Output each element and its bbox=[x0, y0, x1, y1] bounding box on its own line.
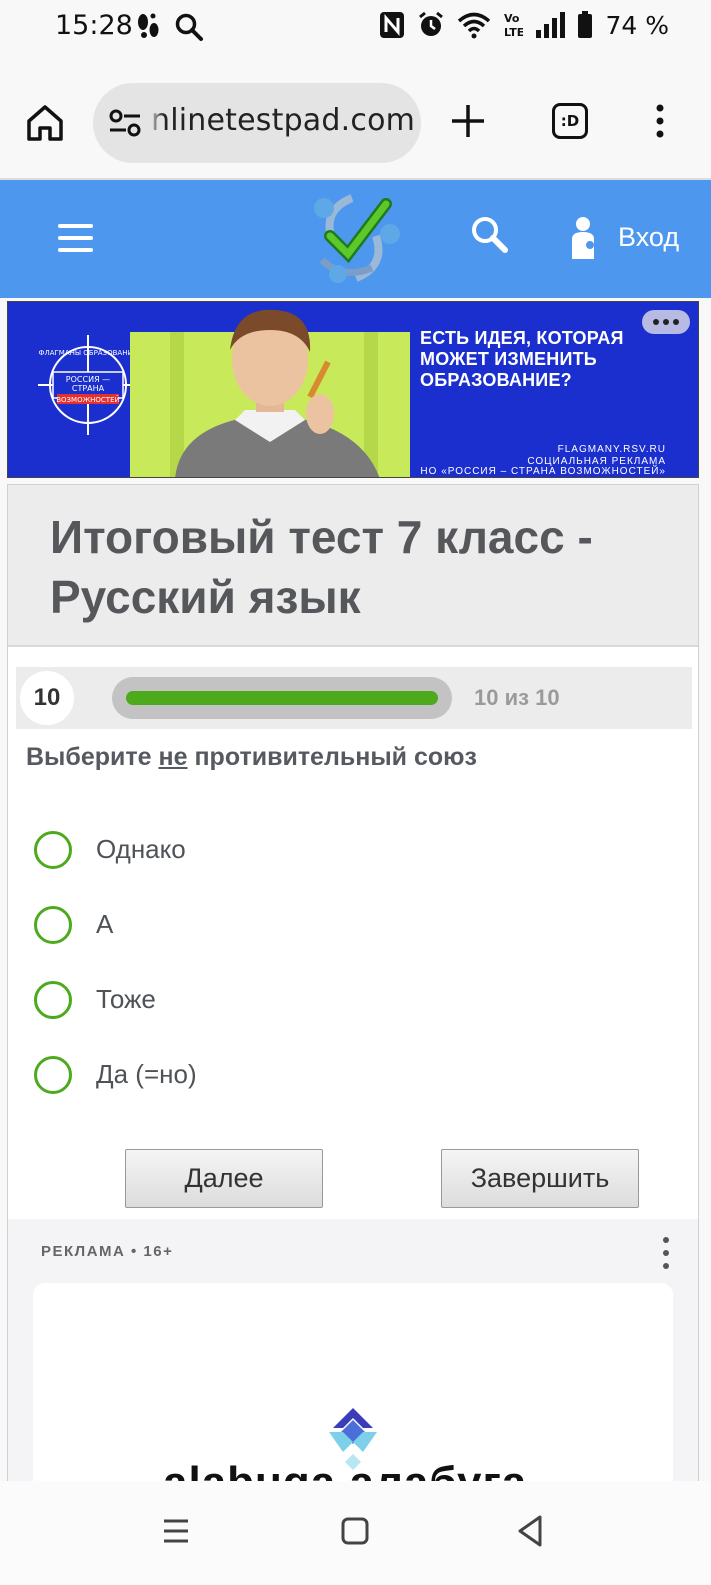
svg-text:Vo: Vo bbox=[504, 12, 520, 25]
question-underlined: не bbox=[158, 743, 188, 771]
radio-button[interactable] bbox=[34, 906, 72, 944]
footsteps-icon bbox=[138, 13, 159, 38]
wifi-icon bbox=[458, 12, 491, 39]
rsv-logo-line3: ВОЗМОЖНОСТЕЙ bbox=[56, 395, 120, 404]
rsv-logo-line2: СТРАНА bbox=[72, 384, 105, 393]
banner-headline: ЕСТЬ ИДЕЯ, КОТОРАЯ МОЖЕТ ИЗМЕНИТЬ ОБРАЗО… bbox=[420, 328, 624, 390]
address-bar[interactable]: nlinetestpad.com bbox=[93, 83, 421, 163]
login-link[interactable]: Вход bbox=[618, 222, 679, 253]
question-number-badge: 10 bbox=[20, 671, 74, 725]
recent-apps-icon[interactable] bbox=[158, 1513, 194, 1549]
question-part: противительный союз bbox=[187, 743, 477, 771]
tab-switcher-button[interactable]: :D bbox=[552, 103, 588, 139]
site-settings-icon[interactable] bbox=[108, 109, 142, 137]
volte-icon: VoLTE bbox=[504, 12, 523, 39]
radio-button[interactable] bbox=[34, 981, 72, 1019]
system-nav-bar bbox=[0, 1481, 711, 1585]
search-icon[interactable] bbox=[470, 215, 508, 253]
progress-bar bbox=[112, 677, 452, 719]
ad-label: РЕКЛАМА • 16+ bbox=[41, 1243, 174, 1260]
answer-label[interactable]: А bbox=[96, 909, 113, 940]
status-bar: 15:28 Vo LTE 74 % bbox=[0, 0, 711, 58]
alarm-icon bbox=[419, 11, 444, 36]
ad-options-button[interactable] bbox=[642, 310, 690, 334]
finish-button[interactable]: Завершить bbox=[441, 1149, 639, 1208]
new-tab-icon[interactable] bbox=[450, 103, 486, 139]
browser-toolbar: nlinetestpad.com :D bbox=[0, 58, 711, 180]
ad-menu-icon[interactable] bbox=[661, 1235, 671, 1271]
answer-label[interactable]: Тоже bbox=[96, 984, 156, 1015]
banner-site: FLAGMANY.RSV.RU bbox=[557, 444, 666, 455]
progress-row: 10 10 из 10 bbox=[16, 667, 692, 729]
radio-button[interactable] bbox=[34, 831, 72, 869]
title-area: Итоговый тест 7 класс - Русский язык bbox=[8, 485, 698, 647]
battery-percent: 74 % bbox=[605, 10, 669, 40]
hamburger-menu-icon[interactable] bbox=[58, 224, 93, 252]
answer-option[interactable]: Да (=но) bbox=[34, 1056, 674, 1104]
url-text: nlinetestpad.com bbox=[151, 103, 416, 138]
answer-label[interactable]: Однако bbox=[96, 834, 186, 865]
battery-icon bbox=[578, 11, 593, 38]
url-fade bbox=[147, 83, 165, 163]
search-icon bbox=[175, 13, 203, 41]
next-button[interactable]: Далее bbox=[125, 1149, 323, 1208]
ad-section: РЕКЛАМА • 16+ alabuga алабуга bbox=[8, 1219, 698, 1523]
site-logo[interactable] bbox=[302, 190, 406, 286]
banner-ad[interactable]: ФЛАГМАНЫ ОБРАЗОВАНИЯ РОССИЯ — СТРАНА ВОЗ… bbox=[7, 301, 699, 478]
answer-option[interactable]: А bbox=[34, 906, 674, 954]
rsv-logo-line1: РОССИЯ — bbox=[66, 375, 110, 384]
home-icon[interactable] bbox=[25, 103, 65, 143]
test-card: Итоговый тест 7 класс - Русский язык 10 … bbox=[7, 484, 699, 1523]
more-menu-icon[interactable] bbox=[650, 103, 670, 139]
answer-label[interactable]: Да (=но) bbox=[96, 1059, 197, 1090]
site-header: Вход bbox=[0, 180, 711, 298]
status-time: 15:28 bbox=[55, 10, 133, 41]
rsv-logo-top: ФЛАГМАНЫ ОБРАЗОВАНИЯ bbox=[38, 349, 137, 357]
home-nav-icon[interactable] bbox=[337, 1513, 373, 1549]
radio-button[interactable] bbox=[34, 1056, 72, 1094]
question-part: Выберите bbox=[26, 743, 159, 771]
progress-bar-fill bbox=[126, 691, 438, 705]
nfc-icon bbox=[380, 12, 405, 38]
svg-text:LTE: LTE bbox=[504, 26, 523, 39]
rsv-logo: ФЛАГМАНЫ ОБРАЗОВАНИЯ РОССИЯ — СТРАНА ВОЗ… bbox=[38, 335, 138, 435]
back-icon[interactable] bbox=[512, 1513, 548, 1549]
user-icon[interactable] bbox=[568, 215, 598, 259]
signal-icon bbox=[536, 12, 566, 38]
status-right-icons: Vo LTE 74 % bbox=[379, 10, 669, 40]
page-title: Итоговый тест 7 класс - Русский язык bbox=[50, 511, 593, 623]
banner-org: НО «РОССИЯ – СТРАНА ВОЗМОЖНОСТЕЙ» bbox=[420, 466, 666, 477]
status-left-icons bbox=[136, 12, 204, 42]
answer-option[interactable]: Однако bbox=[34, 831, 674, 879]
progress-text: 10 из 10 bbox=[474, 685, 560, 710]
answer-option[interactable]: Тоже bbox=[34, 981, 674, 1029]
banner-person-image bbox=[130, 309, 410, 477]
question-text: Выберите не противительный союз bbox=[26, 743, 477, 772]
